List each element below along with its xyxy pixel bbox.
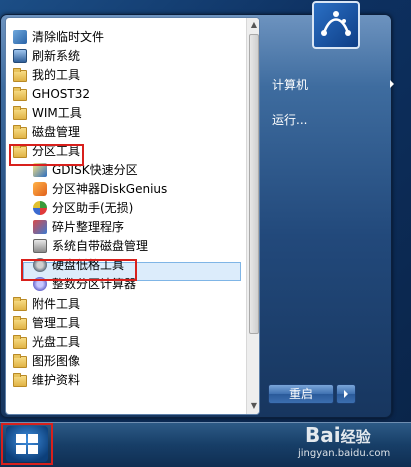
run-link[interactable]: 运行... [272,111,307,128]
shutdown-label: 重启 [288,387,313,401]
disk-management-icon [33,239,47,253]
menu-item[interactable]: 光盘工具 [6,333,244,352]
menu-item-label: 系统自带磁盘管理 [52,239,149,253]
broom-icon [13,30,27,44]
user-picture-icon [321,11,351,36]
menu-item[interactable]: 图形图像 [6,352,244,371]
scroll-thumb[interactable] [249,34,259,334]
menu-item-label: 磁盘管理 [32,125,81,139]
menu-item-label: GHOST32 [32,87,90,101]
folder-icon [13,335,27,349]
defrag-icon [33,220,47,234]
menu-item[interactable]: 系统自带磁盘管理 [6,237,244,256]
programs-scrollbar[interactable]: ▲ ▼ [246,18,259,414]
menu-item-label: 碎片整理程序 [52,220,125,234]
shutdown-button[interactable]: 重启 [268,384,334,404]
folder-icon [13,87,27,101]
menu-item-label: WIM工具 [32,106,82,120]
menu-item-label: 附件工具 [32,297,81,311]
menu-item[interactable]: 分区助手(无损) [6,199,244,218]
computer-submenu-arrow-icon [390,80,394,88]
menu-item[interactable]: 管理工具 [6,314,244,333]
menu-item-label: 我的工具 [32,68,81,82]
folder-icon [13,373,27,387]
partition-assistant-icon [33,201,47,215]
highlight-lowformat-tool [21,259,137,281]
folder-icon [13,297,27,311]
monitor-icon [13,49,27,63]
menu-item[interactable]: 附件工具 [6,295,244,314]
shutdown-options-button[interactable] [336,384,356,404]
menu-item-label: 维护资料 [32,373,81,387]
folder-icon [13,125,27,139]
menu-item-label: 管理工具 [32,316,81,330]
menu-item[interactable]: 碎片整理程序 [6,218,244,237]
menu-item[interactable]: 磁盘管理 [6,123,244,142]
scroll-up-icon[interactable]: ▲ [248,18,259,32]
computer-link[interactable]: 计算机 [272,76,308,93]
menu-item-label: 刷新系统 [32,49,81,63]
menu-item[interactable]: 维护资料 [6,371,244,390]
folder-icon [13,354,27,368]
user-picture[interactable] [312,1,360,49]
watermark-logo: Bai经验 [305,423,371,447]
shutdown-options-arrow-icon [344,390,348,398]
highlight-start-button [1,423,53,465]
menu-item-label: 分区助手(无损) [52,201,134,215]
menu-item[interactable]: 分区神器DiskGenius [6,180,244,199]
menu-item[interactable]: 清除临时文件 [6,28,244,47]
menu-item-label: 清除临时文件 [32,30,105,44]
highlight-partition-tools [9,144,84,166]
menu-item-label: 光盘工具 [32,335,81,349]
watermark-url: jingyan.baidu.com [298,448,391,459]
folder-icon [13,316,27,330]
programs-pane: 清除临时文件 刷新系统 我的工具 GHOST32 WIM工具 磁盘管理 分区工具 GDISK快… [5,17,260,415]
menu-item-label: 图形图像 [32,354,81,368]
menu-item[interactable]: 刷新系统 [6,47,244,66]
folder-icon [13,106,27,120]
watermark-brand: Bai [305,423,341,447]
watermark-brand2: 经验 [340,428,371,446]
menu-item[interactable]: GHOST32 [6,85,244,104]
scroll-down-icon[interactable]: ▼ [248,399,259,413]
folder-icon [13,68,27,82]
menu-item[interactable]: WIM工具 [6,104,244,123]
menu-item-label: 分区神器DiskGenius [52,182,168,196]
diskgenius-icon [33,182,47,196]
menu-item[interactable]: 我的工具 [6,66,244,85]
